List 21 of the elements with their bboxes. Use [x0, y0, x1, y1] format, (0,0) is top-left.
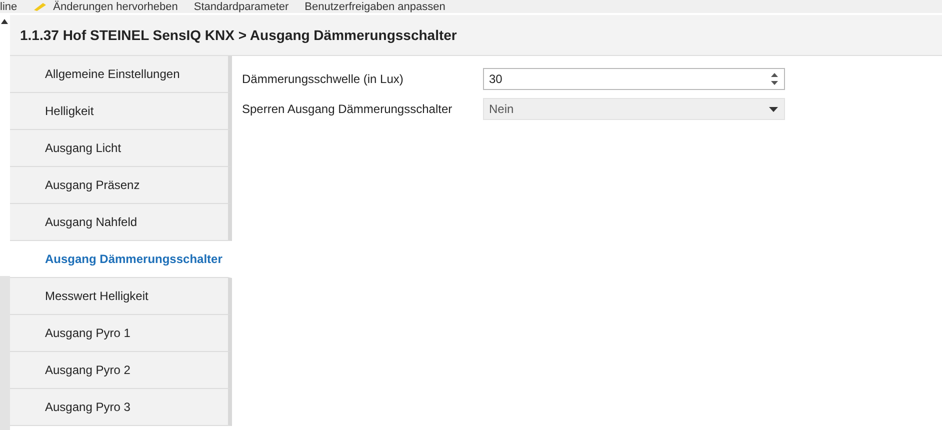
caret-icon [769, 106, 778, 112]
sidebar-item[interactable]: Ausgang Pyro 3 [10, 389, 232, 426]
sidebar-item[interactable]: Messwert Helligkeit [10, 278, 232, 315]
sidebar-item[interactable]: Ausgang Pyro 1 [10, 315, 232, 352]
parameter-label: Dämmerungsschwelle (in Lux) [242, 72, 404, 86]
dropdown[interactable]: Nein [483, 98, 785, 120]
sidebar-item[interactable]: Ausgang Pyro 2 [10, 352, 232, 389]
toolbar-item[interactable]: Änderungen hervorheben [33, 0, 178, 12]
spinner-arrows-icon[interactable] [771, 73, 778, 85]
sidebar-item[interactable]: Helligkeit [10, 93, 232, 130]
caret-icon[interactable] [1, 19, 8, 24]
sidebar-item[interactable]: Allgemeine Einstellungen [10, 56, 232, 93]
toolbar-item[interactable]: Benutzerfreigaben anpassen [304, 0, 446, 12]
page-title: 1.1.37 Hof STEINEL SensIQ KNX > Ausgang Dämmerungsschalter [10, 15, 942, 56]
toolbar-item[interactable]: line [0, 0, 18, 12]
sidebar-item[interactable]: Ausgang Nahfeld [10, 204, 232, 241]
number-field[interactable]: 30 [483, 68, 785, 90]
toolbar-item[interactable]: Standardparameter [194, 0, 289, 12]
sidebar-item[interactable]: Ausgang Licht [10, 130, 232, 167]
sidebar-item[interactable]: Ausgang Präsenz [10, 167, 232, 204]
parameter-label: Sperren Ausgang Dämmerungsschalter [242, 102, 454, 116]
